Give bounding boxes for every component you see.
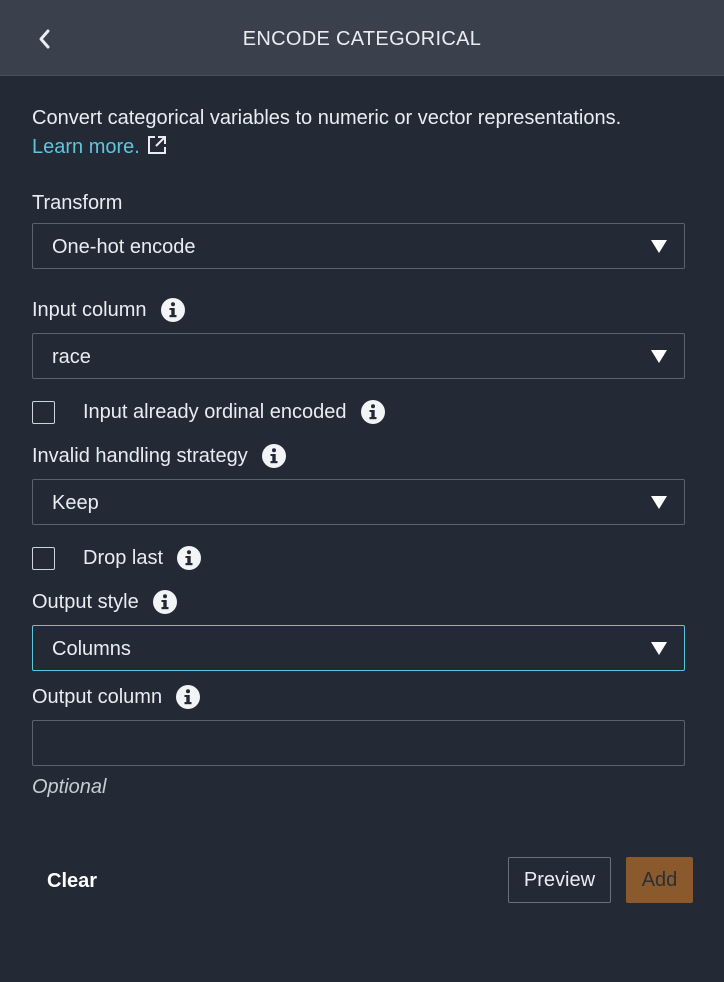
input-column-select-value: race: [52, 346, 91, 368]
transform-label: Transform: [32, 192, 122, 215]
caret-down-icon: [651, 496, 667, 509]
add-button[interactable]: Add: [626, 857, 693, 903]
output-style-label-text: Output style: [32, 590, 139, 613]
invalid-handling-select-value: Keep: [52, 492, 99, 514]
info-icon[interactable]: [160, 298, 185, 322]
invalid-handling-select[interactable]: Keep: [32, 479, 685, 525]
learn-more-link[interactable]: Learn more.: [32, 136, 140, 158]
invalid-handling-label-text: Invalid handling strategy: [32, 444, 248, 467]
caret-down-icon: [651, 642, 667, 655]
caret-down-icon: [651, 240, 667, 253]
preview-button[interactable]: Preview: [508, 857, 611, 903]
description: Convert categorical variables to numeric…: [32, 104, 672, 162]
drop-last-checkbox[interactable]: [32, 546, 55, 570]
external-link-icon[interactable]: [146, 134, 168, 156]
info-icon[interactable]: [152, 590, 177, 614]
info-icon[interactable]: [360, 400, 385, 424]
output-column-label: Output column: [32, 685, 201, 709]
drop-last-label: Drop last: [83, 546, 164, 569]
drop-last-row: Drop last: [32, 546, 202, 570]
info-icon[interactable]: [176, 685, 201, 709]
output-column-input[interactable]: [32, 720, 685, 766]
input-column-label: Input column: [32, 298, 185, 322]
transform-select[interactable]: One-hot encode: [32, 223, 685, 269]
info-icon[interactable]: [177, 546, 202, 570]
info-icon[interactable]: [261, 444, 286, 468]
transform-label-text: Transform: [32, 192, 123, 214]
clear-button[interactable]: Clear: [47, 870, 97, 893]
output-style-select[interactable]: Columns: [32, 625, 685, 671]
encode-categorical-panel: ENCODE CATEGORICAL Convert categorical v…: [0, 0, 724, 982]
output-style-label: Output style: [32, 590, 177, 614]
caret-down-icon: [651, 350, 667, 363]
panel-header: ENCODE CATEGORICAL: [0, 0, 724, 76]
transform-select-value: One-hot encode: [52, 236, 196, 258]
ordinal-encoded-label: Input already ordinal encoded: [83, 400, 347, 423]
ordinal-encoded-row: Input already ordinal encoded: [32, 400, 385, 424]
ordinal-encoded-checkbox[interactable]: [32, 400, 55, 424]
input-column-select[interactable]: race: [32, 333, 685, 379]
input-column-label-text: Input column: [32, 298, 147, 321]
output-column-label-text: Output column: [32, 685, 163, 708]
output-column-hint: Optional: [32, 776, 107, 798]
description-text: Convert categorical variables to numeric…: [32, 107, 622, 129]
invalid-handling-label: Invalid handling strategy: [32, 444, 286, 468]
panel-title: ENCODE CATEGORICAL: [242, 28, 482, 50]
output-style-select-value: Columns: [52, 638, 131, 660]
